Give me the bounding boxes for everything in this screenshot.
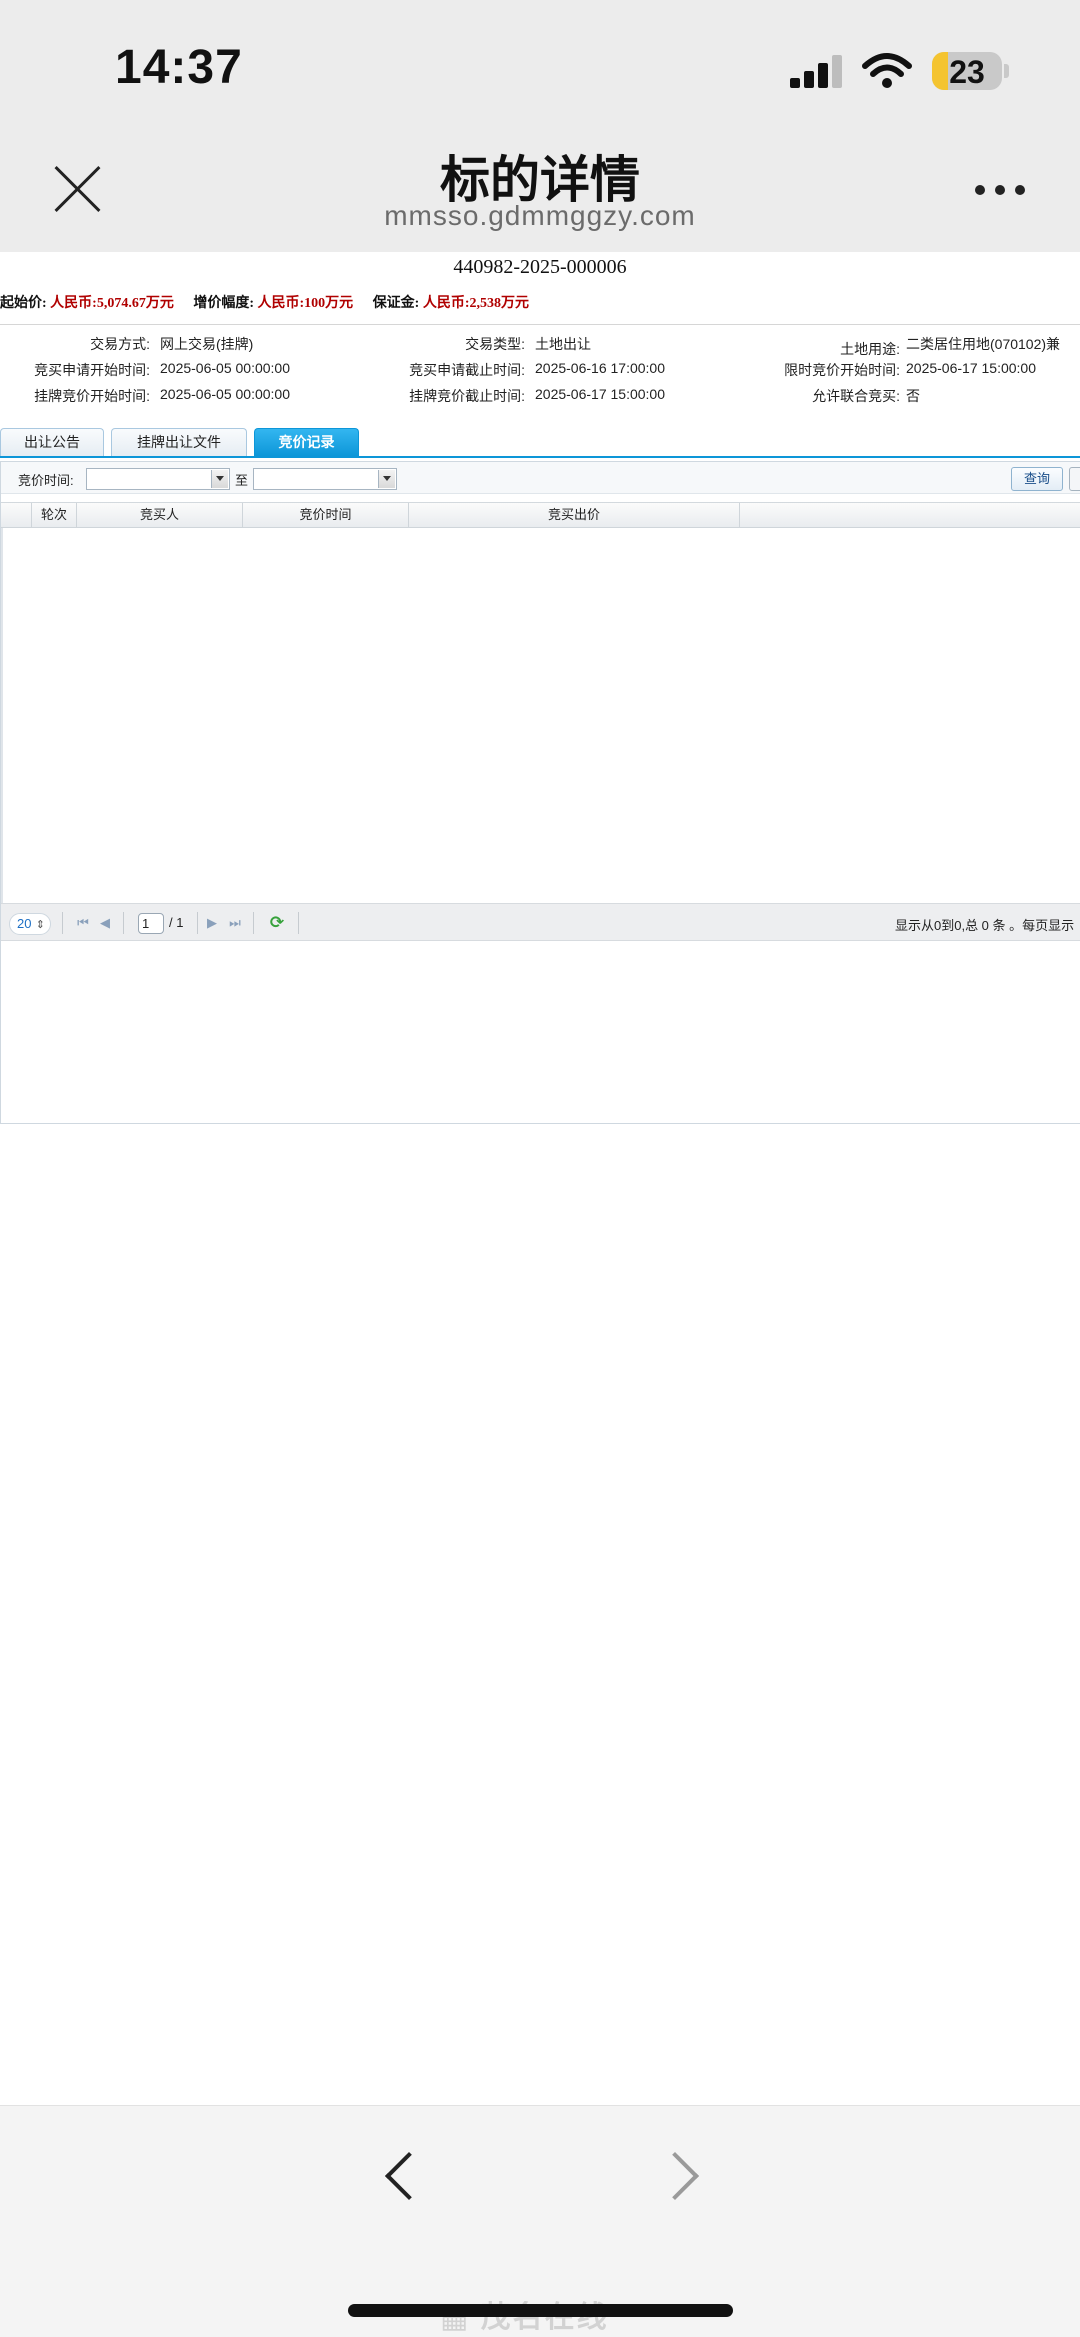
page-number-input[interactable]: 1 [138,913,164,934]
info-value: 否 [906,388,920,404]
table-header: 轮次 竞买人 竞价时间 竞买出价 [1,502,1080,528]
divider [0,324,1080,325]
info-value: 土地出让 [535,336,591,352]
detail-tabs: 出让公告 挂牌出让文件 竞价记录 竞价时间: 至 查询 轮次 竞买人 竞价时间 … [0,428,1080,1124]
column-bid-time[interactable]: 竞价时间 [243,503,409,527]
info-value: 2025-06-16 17:00:00 [535,360,665,376]
forward-icon[interactable] [660,2146,700,2206]
pager-info: 显示从0到0,总 0 条 。每页显示 [895,918,1075,933]
battery-icon: 23 [932,52,1002,90]
info-value: 二类居住用地(070102)兼 [906,336,1061,352]
starting-price-label: 起始价: [0,296,47,311]
info-label: 挂牌竞价截止时间: [409,388,525,404]
page-url: mmsso.gdmmggzy.com [384,200,696,231]
filter-toolbar: 竞价时间: 至 查询 [1,462,1080,494]
tab-bid-records[interactable]: 竞价记录 [254,428,359,456]
row-number-header [1,503,32,527]
battery-nub [1004,64,1009,78]
bid-records-panel: 竞价时间: 至 查询 轮次 竞买人 竞价时间 竞买出价 20 ⇕ ⏮ ◀ 1 /… [0,461,1080,1124]
refresh-icon[interactable]: ⟳ [268,914,286,932]
wifi-icon [862,53,912,88]
info-label: 挂牌竞价开始时间: [34,388,150,404]
info-value: 2025-06-05 00:00:00 [160,360,290,376]
info-label: 土地用途: [840,341,900,357]
separator [197,912,198,934]
price-summary: 起始价: 人民币:5,074.67万元 增价幅度: 人民币:100万元 保证金:… [0,292,1080,312]
separator [62,912,63,934]
end-date-input[interactable] [253,468,397,490]
tab-announcement[interactable]: 出让公告 [0,428,104,456]
starting-price-value: 人民币:5,074.67万元 [50,296,174,311]
deposit-value: 人民币:2,538万元 [422,296,530,311]
column-bid-price[interactable]: 竞买出价 [409,503,740,527]
tab-underline [0,456,1080,458]
bid-time-label: 竞价时间: [18,473,74,488]
increment-value: 人民币:100万元 [257,296,354,311]
page-size-select[interactable]: 20 ⇕ [9,913,51,935]
cellular-signal-icon [790,54,844,88]
first-page-icon[interactable]: ⏮ [75,915,91,931]
info-label: 限时竞价开始时间: [784,362,900,378]
column-round[interactable]: 轮次 [32,503,77,527]
battery-level: 23 [949,54,985,90]
info-label: 竞买申请截止时间: [409,362,525,378]
info-value: 2025-06-05 00:00:00 [160,386,290,402]
info-value: 2025-06-17 15:00:00 [906,360,1036,376]
increment-label: 增价幅度: [193,296,255,311]
status-time: 14:37 [115,41,243,94]
back-icon[interactable] [380,2146,420,2206]
browser-bottom-bar: ▦ 茂名在线 [0,2105,1080,2337]
page-size-value: 20 [17,916,32,931]
page-total: / 1 [169,915,184,930]
start-date-input[interactable] [86,468,230,490]
info-value: 2025-06-17 15:00:00 [535,386,665,402]
pagination-bar: 20 ⇕ ⏮ ◀ 1 / 1 ▶ ⏭ ⟳ 显示从0到0,总 0 条 。每页显示 [1,903,1080,941]
info-value: 网上交易(挂牌) [160,336,254,352]
prev-page-icon[interactable]: ◀ [97,915,113,931]
next-page-icon[interactable]: ▶ [204,915,220,931]
reset-button[interactable] [1069,467,1080,491]
home-indicator[interactable] [348,2304,733,2317]
separator [253,912,254,934]
browser-header: 14:37 23 标的详情 mmsso.gdmmggzy.com [0,0,1080,252]
last-page-icon[interactable]: ⏭ [227,915,243,931]
info-label: 允许联合竞买: [812,388,900,404]
separator [123,912,124,934]
web-content: 440982-2025-000006 起始价: 人民币:5,074.67万元 增… [0,252,1080,1124]
query-button[interactable]: 查询 [1011,467,1063,491]
separator [298,912,299,934]
info-label: 竞买申请开始时间: [34,362,150,378]
tab-listing-documents[interactable]: 挂牌出让文件 [111,428,247,456]
more-options-icon[interactable] [975,183,1029,197]
deposit-label: 保证金: [372,296,420,311]
info-label: 交易类型: [465,336,525,352]
to-label: 至 [235,473,249,488]
chevron-down-icon[interactable] [378,470,395,488]
chevron-down-icon[interactable] [211,470,228,488]
lot-number: 440982-2025-000006 [453,256,627,278]
column-bidder[interactable]: 竞买人 [77,503,243,527]
updown-icon: ⇕ [35,919,45,931]
info-label: 交易方式: [90,336,150,352]
table-body [1,528,1080,903]
lot-info-grid: 交易方式: 网上交易(挂牌) 交易类型: 土地出让 土地用途: 二类居住用地(0… [0,334,1080,414]
